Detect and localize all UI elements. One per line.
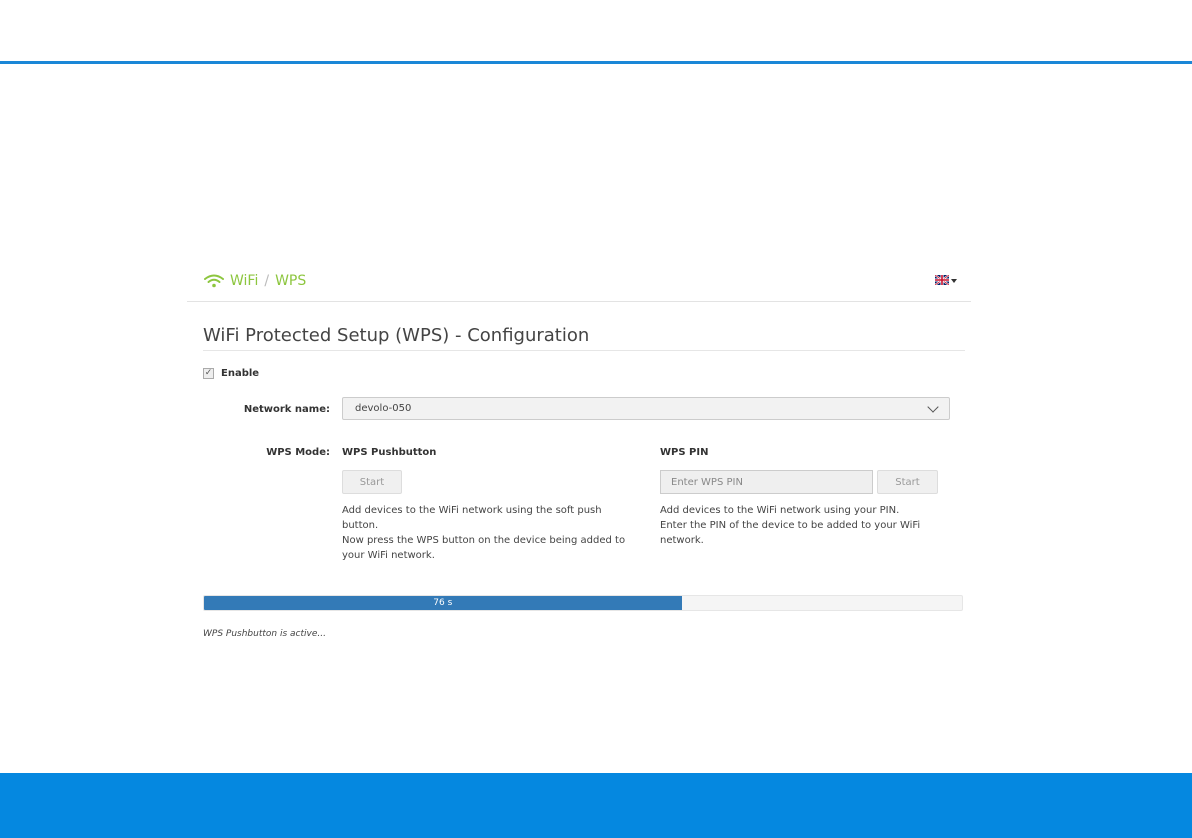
enable-row: ✓ Enable [203,368,259,379]
wifi-icon [204,274,224,288]
breadcrumb-divider [187,301,971,302]
wps-mode-label: WPS Mode: [266,447,330,458]
network-name-value: devolo-050 [355,403,412,414]
language-selector[interactable] [935,275,957,285]
progress-fill: 76 s [204,596,682,610]
header-divider [0,61,1192,64]
pin-description: Add devices to the WiFi network using yo… [660,503,950,548]
enable-checkbox[interactable]: ✓ [203,368,214,379]
chevron-down-icon [927,401,939,413]
pushbutton-description: Add devices to the WiFi network using th… [342,503,632,563]
breadcrumb: WiFi / WPS [204,271,306,291]
pin-description-line-1: Add devices to the WiFi network using yo… [660,505,900,516]
pushbutton-description-line-2: Now press the WPS button on the device b… [342,535,626,561]
chevron-down-icon [951,279,957,283]
wps-progress-bar: 76 s [203,595,963,611]
breadcrumb-separator: / [264,273,270,289]
progress-countdown: 76 s [433,598,453,608]
wps-pin-heading: WPS PIN [660,447,709,458]
breadcrumb-wifi[interactable]: WiFi [230,273,258,289]
footer-bar [0,773,1192,838]
enable-label: Enable [221,368,260,379]
wps-pushbutton-heading: WPS Pushbutton [342,447,437,458]
status-message: WPS Pushbutton is active... [203,629,326,639]
uk-flag-icon [935,275,949,285]
breadcrumb-wps: WPS [275,273,307,289]
pushbutton-start-button[interactable]: Start [342,470,402,494]
network-name-select[interactable]: devolo-050 [342,397,950,420]
pushbutton-description-line-1: Add devices to the WiFi network using th… [342,505,602,531]
pin-description-line-2: Enter the PIN of the device to be added … [660,520,921,546]
network-name-label: Network name: [243,404,330,415]
page-title: WiFi Protected Setup (WPS) - Configurati… [203,325,590,346]
title-divider [203,350,965,351]
wps-pin-input[interactable] [660,470,873,494]
pin-start-button[interactable]: Start [877,470,938,494]
